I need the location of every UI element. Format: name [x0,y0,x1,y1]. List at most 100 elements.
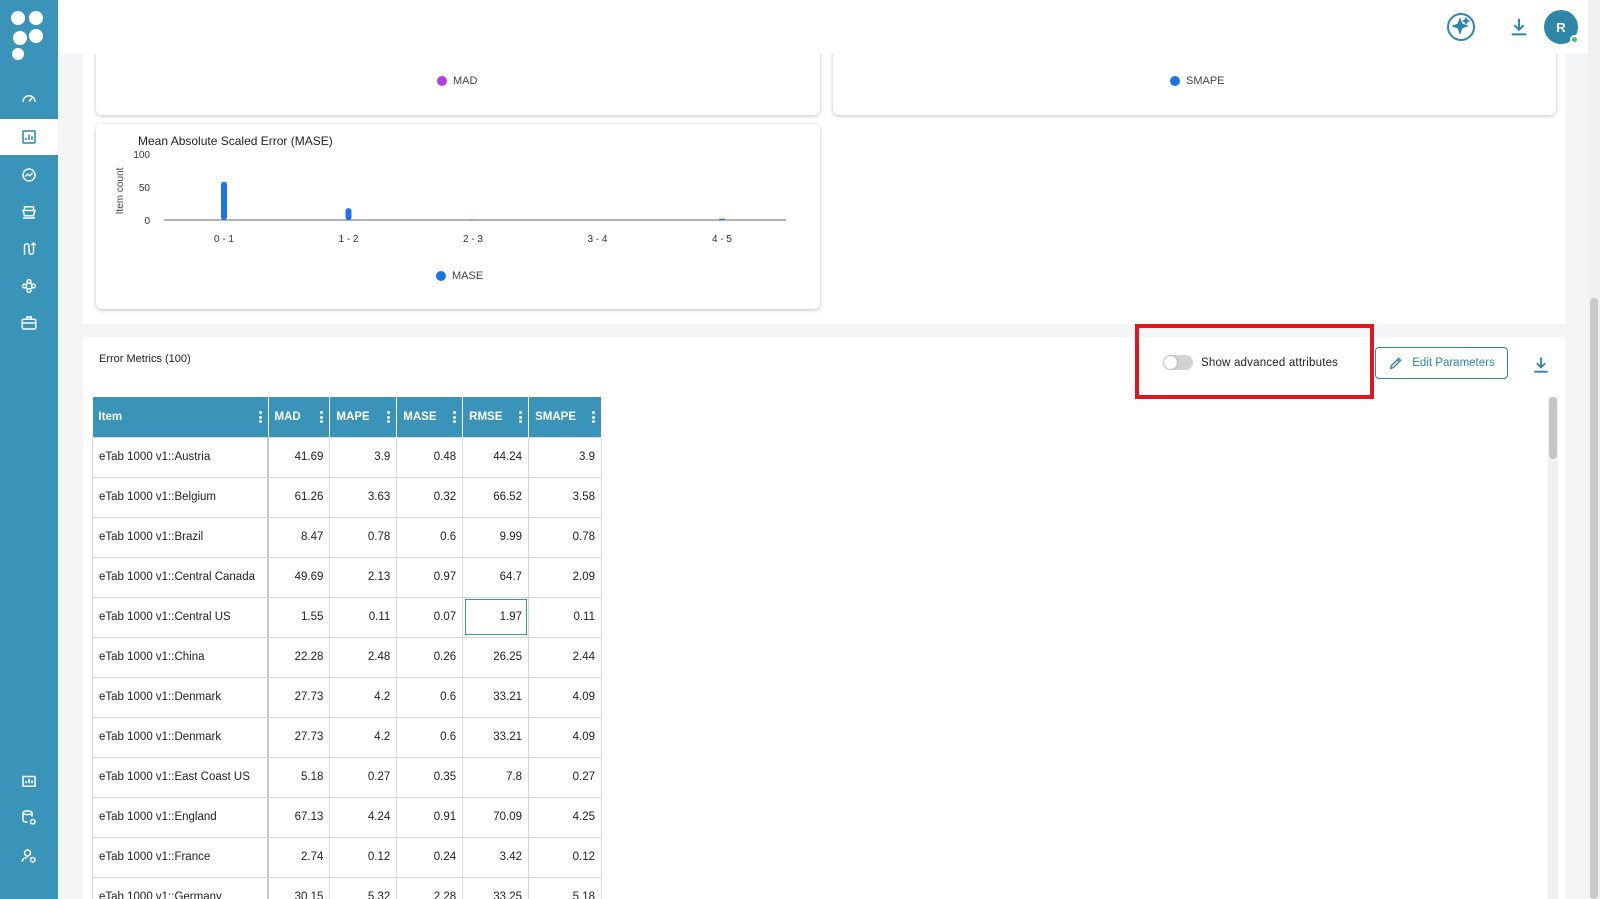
table-row[interactable]: eTab 1000 v1::Germany 30.15 5.32 2.28 33.25 5… [92,876,602,899]
table-cell[interactable]: 4.09 [528,716,602,758]
table-row[interactable]: eTab 1000 v1::Central US 1.55 0.11 0.07 1.97… [92,596,602,638]
table-cell[interactable]: 4.2 [329,676,398,718]
kebab-menu-icon[interactable] [258,411,263,423]
table-cell[interactable]: 41.69 [267,436,331,478]
table-cell[interactable]: eTab 1000 v1::China [92,636,269,678]
table-row[interactable]: eTab 1000 v1::China 22.28 2.48 0.26 26.25 2.4… [92,636,602,678]
table-row[interactable]: eTab 1000 v1::France 2.74 0.12 0.24 3.42 0.12 [92,836,602,878]
table-cell[interactable]: 0.91 [396,796,464,838]
table-cell[interactable]: 5.32 [329,876,398,899]
table-cell[interactable]: 33.25 [462,876,530,899]
table-cell[interactable]: 61.26 [267,476,331,518]
table-cell[interactable]: eTab 1000 v1::Central Canada [92,556,269,598]
table-cell[interactable]: 3.58 [528,476,602,518]
table-cell[interactable]: 27.73 [267,716,331,758]
sidebar-item-network[interactable] [0,268,58,304]
table-cell[interactable]: 33.21 [462,676,530,718]
table-cell[interactable]: 0.12 [528,836,602,878]
sidebar-item-reports[interactable] [0,763,58,799]
column-header-item[interactable]: Item [92,397,269,437]
table-cell[interactable]: 2.13 [329,556,398,598]
page-scrollbar-thumb[interactable] [1590,298,1598,899]
table-cell[interactable]: 0.97 [396,556,464,598]
user-avatar-overlay[interactable]: R [1544,10,1579,44]
kebab-menu-icon[interactable] [320,411,324,423]
table-cell[interactable]: eTab 1000 v1::France [92,836,269,878]
sidebar-item-data-settings[interactable] [0,800,58,836]
smape-legend[interactable]: SMAPE [1170,75,1225,87]
table-cell[interactable]: 0.78 [329,516,398,558]
sidebar-item-briefcase[interactable] [0,305,58,341]
sidebar-item-flow[interactable] [0,231,58,267]
table-cell[interactable]: 0.48 [396,436,464,478]
table-cell[interactable]: 0.6 [396,716,464,758]
table-cell[interactable]: 30.15 [267,876,331,899]
table-cell[interactable]: 3.9 [528,436,602,478]
table-cell[interactable]: 7.8 [462,756,530,798]
table-cell[interactable]: 4.25 [528,796,602,838]
table-row[interactable]: eTab 1000 v1::Denmark 27.73 4.2 0.6 33.21 4.0… [92,676,602,718]
table-cell[interactable]: 5.18 [267,756,331,798]
table-cell[interactable]: 0.35 [396,756,464,798]
table-cell[interactable]: eTab 1000 v1::Belgium [92,476,269,518]
table-cell[interactable]: 3.63 [329,476,398,518]
column-header-smape[interactable]: SMAPE [528,397,602,437]
download-metrics-button[interactable] [1528,352,1554,378]
table-cell[interactable]: 0.07 [396,596,464,638]
table-cell[interactable]: 64.7 [462,556,530,598]
table-cell[interactable]: 0.6 [396,676,464,718]
table-row[interactable]: eTab 1000 v1::Denmark 27.73 4.2 0.6 33.21 4.0… [92,716,602,758]
table-cell[interactable]: 0.6 [396,516,464,558]
table-cell[interactable]: eTab 1000 v1::Germany [92,876,269,899]
table-row[interactable]: eTab 1000 v1::Central Canada 49.69 2.13 0.9… [92,556,602,598]
table-cell[interactable]: eTab 1000 v1::Brazil [92,516,269,558]
table-cell[interactable]: eTab 1000 v1::Denmark [92,716,269,758]
table-cell[interactable]: 0.27 [528,756,602,798]
table-cell[interactable]: 26.25 [462,636,530,678]
mad-legend[interactable]: MAD [437,75,477,87]
mase-legend[interactable]: MASE [436,270,483,282]
table-row[interactable]: eTab 1000 v1::Belgium 61.26 3.63 0.32 66.52 3… [92,476,602,518]
table-cell[interactable]: 2.48 [329,636,398,678]
table-cell[interactable]: 67.13 [267,796,331,838]
table-cell[interactable]: eTab 1000 v1::Central US [92,596,269,638]
mase-bar[interactable] [470,219,476,220]
table-row[interactable]: eTab 1000 v1::England 67.13 4.24 0.91 70.09 4… [92,796,602,838]
mase-bar[interactable] [345,208,352,220]
kebab-menu-icon[interactable] [519,411,523,423]
kebab-menu-icon[interactable] [592,411,596,423]
table-cell[interactable]: 70.09 [462,796,530,838]
table-cell[interactable]: 49.69 [267,556,331,598]
table-cell[interactable]: 0.12 [329,836,398,878]
table-cell[interactable]: 1.97 [462,596,530,638]
table-cell[interactable]: eTab 1000 v1::Denmark [92,676,269,718]
table-cell[interactable]: 9.99 [462,516,530,558]
table-cell[interactable]: 44.24 [462,436,530,478]
table-row[interactable]: eTab 1000 v1::Austria 41.69 3.9 0.48 44.24 3.… [92,436,602,478]
table-cell[interactable]: 1.55 [267,596,331,638]
edit-parameters-button[interactable]: Edit Parameters [1375,347,1508,379]
sidebar-item-trends[interactable] [0,157,58,193]
table-cell[interactable]: 5.18 [528,876,602,899]
table-row[interactable]: eTab 1000 v1::East Coast US 5.18 0.27 0.35 7… [92,756,602,798]
table-cell[interactable]: 33.21 [462,716,530,758]
column-header-mad[interactable]: MAD [268,397,331,437]
table-cell[interactable]: 2.28 [396,876,464,899]
table-cell[interactable]: eTab 1000 v1::England [92,796,269,838]
mase-bar[interactable] [719,218,725,220]
table-cell[interactable]: 2.09 [528,556,602,598]
table-cell[interactable]: 0.78 [528,516,602,558]
table-cell[interactable]: 0.11 [329,596,398,638]
column-header-mape[interactable]: MAPE [329,397,398,437]
table-cell[interactable]: eTab 1000 v1::Austria [92,436,269,478]
table-cell[interactable]: 0.26 [396,636,464,678]
table-cell[interactable]: 3.9 [329,436,398,478]
toggle-switch[interactable] [1163,355,1193,370]
table-cell[interactable]: 3.42 [462,836,530,878]
table-cell[interactable]: 27.73 [267,676,331,718]
table-cell[interactable]: 4.09 [528,676,602,718]
table-cell[interactable]: 22.28 [267,636,331,678]
download-top-button-overlay[interactable] [1503,11,1535,43]
sidebar-item-dashboard[interactable] [0,80,58,116]
app-logo-icon[interactable] [8,6,48,62]
